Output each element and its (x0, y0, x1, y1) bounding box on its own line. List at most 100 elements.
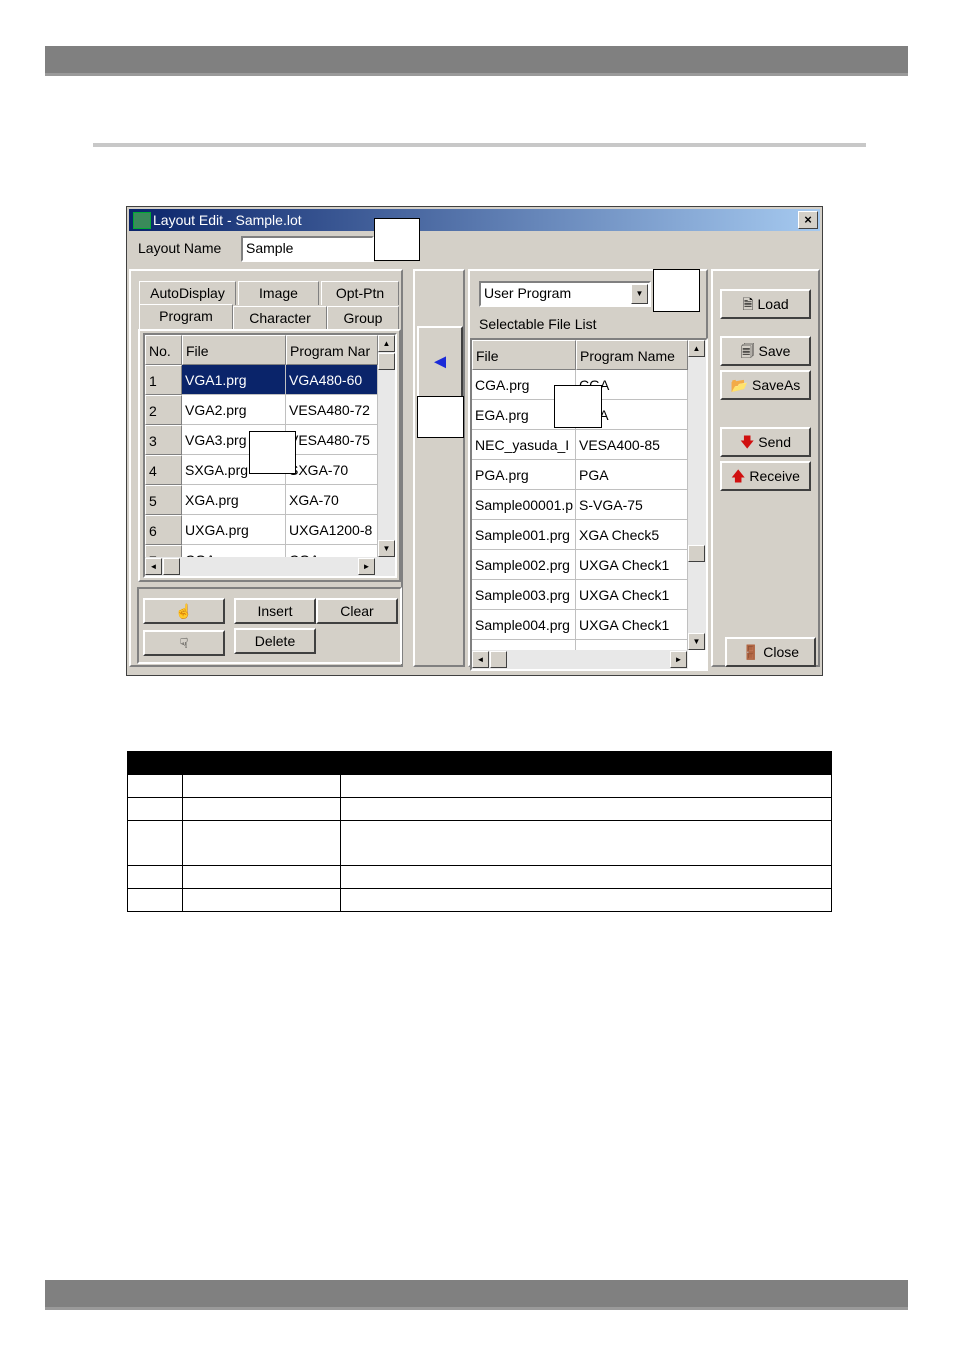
save-button[interactable]: 🗐 Save (720, 336, 811, 366)
load-button-label: Load (757, 296, 789, 312)
chevron-down-icon[interactable]: ▼ (631, 284, 648, 304)
scroll-right-icon[interactable]: ► (358, 558, 375, 575)
table-row (127, 888, 832, 912)
scroll-left-icon[interactable]: ◄ (145, 558, 162, 575)
program-type-select[interactable]: User Program ▼ (479, 281, 651, 307)
file-table-hscroll[interactable]: ◄ ► (472, 650, 688, 669)
insert-button[interactable]: Insert (234, 598, 316, 624)
scroll-up-icon[interactable]: ▲ (688, 340, 705, 357)
program-type-value: User Program (484, 285, 572, 301)
cell-no[interactable]: 3 (145, 425, 182, 455)
tab-image[interactable]: Image (238, 281, 319, 305)
cell-program-name[interactable]: UXGA1200-8 (286, 515, 378, 545)
cell-program-name[interactable]: XGA Check5 (576, 520, 688, 550)
cell-file[interactable]: UXGA.prg (182, 515, 286, 545)
close-button-label: Close (763, 644, 800, 660)
cell-program-name[interactable]: VESA480-75 (286, 425, 378, 455)
move-down-button[interactable]: ☟ (143, 630, 225, 656)
program-table-hscroll[interactable]: ◄ ► (145, 557, 395, 576)
saveas-button-label: SaveAs (752, 377, 801, 393)
cell-file[interactable]: Sample004.prg (472, 610, 576, 640)
cell-program-name[interactable]: SXGA-70 (286, 455, 378, 485)
layout-name-input[interactable]: Sample (241, 236, 374, 262)
scroll-left-icon[interactable]: ◄ (472, 651, 489, 668)
document-icon: 🗎 (742, 296, 758, 312)
tab-character[interactable]: Character (233, 306, 327, 330)
hand-up-icon: ☝ (175, 603, 193, 619)
cell-file[interactable]: Sample001.prg (472, 520, 576, 550)
col-header-program-name[interactable]: Program Name (576, 340, 688, 370)
file-table-vscroll[interactable]: ▲ ▼ (688, 340, 706, 650)
cell-no[interactable]: 6 (145, 515, 182, 545)
scroll-thumb[interactable] (688, 545, 705, 562)
arrow-left-icon: ◄ (430, 351, 450, 373)
tab-program[interactable]: Program (139, 304, 233, 330)
cell-file[interactable]: NEC_yasuda_I (472, 430, 576, 460)
saveas-button[interactable]: 📂 SaveAs (720, 370, 811, 400)
cell-file[interactable]: VGA2.prg (182, 395, 286, 425)
delete-button[interactable]: Delete (234, 628, 316, 654)
scroll-down-icon[interactable]: ▼ (378, 540, 395, 557)
hscroll-thumb[interactable] (163, 558, 180, 575)
cell-file[interactable]: XGA.prg (182, 485, 286, 515)
receive-button[interactable]: 🡅 Receive (720, 461, 811, 491)
col-header-no[interactable]: No. (145, 335, 182, 365)
table-header-row (127, 751, 832, 775)
scroll-up-icon[interactable]: ▲ (378, 335, 395, 352)
cell-program-name[interactable]: S-VGA-75 (576, 490, 688, 520)
arrow-up-icon: 🡅 (731, 468, 750, 484)
cell-program-name[interactable]: VESA400-85 (576, 430, 688, 460)
move-up-button[interactable]: ☝ (143, 598, 225, 624)
footer-bar (45, 1280, 908, 1310)
hscroll-thumb[interactable] (490, 651, 507, 668)
cell-no[interactable]: 5 (145, 485, 182, 515)
scroll-right-icon[interactable]: ► (670, 651, 687, 668)
callout-box-1 (374, 218, 420, 261)
file-list-label: Selectable File List (479, 316, 597, 332)
cell-program-name[interactable]: PGA (576, 460, 688, 490)
description-table (127, 751, 832, 912)
cell-file[interactable]: Sample00001.p (472, 490, 576, 520)
tab-autodisplay[interactable]: AutoDisplay (139, 281, 236, 305)
table-row (127, 797, 832, 821)
cell-program-name[interactable]: UXGA Check1 (576, 580, 688, 610)
load-button[interactable]: 🗎 Load (720, 289, 811, 319)
cell-file[interactable]: VGA1.prg (182, 365, 286, 395)
close-button[interactable]: 🚪 Close (725, 637, 816, 667)
cell-program-name[interactable]: VGA480-60 (286, 365, 378, 395)
tab-group[interactable]: Group (327, 306, 399, 330)
hand-down-icon: ☟ (179, 635, 189, 651)
receive-button-label: Receive (749, 468, 800, 484)
door-icon: 🚪 (741, 644, 764, 660)
window-title: Layout Edit - Sample.lot (153, 212, 302, 228)
table-row (127, 774, 832, 798)
col-header-file[interactable]: File (472, 340, 576, 370)
cell-file[interactable]: PGA.prg (472, 460, 576, 490)
close-window-button[interactable]: × (798, 211, 818, 229)
col-header-program-name[interactable]: Program Nar (286, 335, 378, 365)
save-button-label: Save (758, 343, 791, 359)
cell-program-name[interactable]: UXGA Check1 (576, 610, 688, 640)
scroll-thumb[interactable] (378, 353, 395, 370)
add-to-layout-button[interactable]: ◄ (417, 326, 463, 398)
col-header-file[interactable]: File (182, 335, 286, 365)
callout-box-2 (249, 431, 296, 474)
program-table-vscroll[interactable]: ▲ ▼ (378, 335, 395, 557)
send-button[interactable]: 🡇 Send (720, 427, 811, 457)
tab-opt-ptn[interactable]: Opt-Ptn (321, 281, 399, 305)
cell-program-name[interactable]: UXGA Check1 (576, 550, 688, 580)
cell-program-name[interactable]: XGA-70 (286, 485, 378, 515)
layout-name-label: Layout Name (138, 240, 222, 256)
callout-box-3 (417, 396, 464, 438)
scroll-down-icon[interactable]: ▼ (688, 633, 705, 650)
save-icon: 🗐 (740, 343, 759, 359)
cell-program-name[interactable]: VESA480-72 (286, 395, 378, 425)
cell-no[interactable]: 4 (145, 455, 182, 485)
cell-file[interactable]: Sample003.prg (472, 580, 576, 610)
table-row (127, 820, 832, 866)
title-bar[interactable]: Layout Edit - Sample.lot × (129, 209, 820, 231)
cell-file[interactable]: Sample002.prg (472, 550, 576, 580)
cell-no[interactable]: 1 (145, 365, 182, 395)
cell-no[interactable]: 2 (145, 395, 182, 425)
clear-button[interactable]: Clear (316, 598, 398, 624)
